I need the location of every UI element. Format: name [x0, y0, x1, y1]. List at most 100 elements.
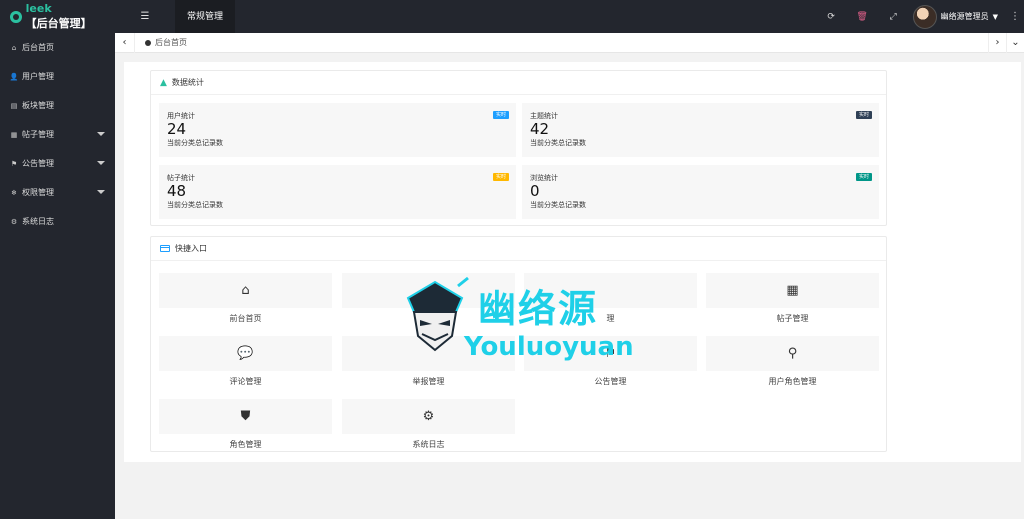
- refresh-button[interactable]: ⟳: [816, 0, 847, 33]
- clear-cache-button[interactable]: 🗑: [847, 0, 878, 33]
- stat-subtitle: 当前分类总记录数: [167, 139, 223, 147]
- tabs-scroll-right-button[interactable]: ›: [988, 32, 1006, 53]
- sidebar-item-permissions[interactable]: ❄ 权限管理: [0, 178, 115, 207]
- stat-subtitle: 当前分类总记录数: [530, 139, 586, 147]
- sidebar-item-home[interactable]: ⌂ 后台首页: [0, 33, 115, 62]
- sidebar-item-logs[interactable]: ⚙ 系统日志: [0, 207, 115, 236]
- stat-value: 0: [530, 182, 540, 200]
- quick-panel-header: 快捷入口: [151, 237, 886, 261]
- stat-card-topics: 主题统计 42 当前分类总记录数 实时: [522, 103, 879, 157]
- flag-icon: ⚑: [604, 346, 617, 361]
- quick-entry-roles[interactable]: ⛊: [159, 399, 332, 434]
- fullscreen-button[interactable]: ⤢: [878, 0, 909, 33]
- gears-icon: ⚙: [422, 409, 435, 424]
- stat-subtitle: 当前分类总记录数: [530, 201, 586, 209]
- sidebar-item-label: 权限管理: [22, 188, 54, 197]
- user-icon: 👤: [9, 72, 19, 81]
- list-icon: ☰: [140, 11, 150, 22]
- stat-card-views: 浏览统计 0 当前分类总记录数 实时: [522, 165, 879, 219]
- status-badge: 实时: [855, 111, 872, 119]
- trash-icon: 🗑: [856, 11, 868, 22]
- avatar: [912, 4, 937, 29]
- sidebar-item-boards[interactable]: ▤ 板块管理: [0, 91, 115, 120]
- quick-entry-logs[interactable]: ⚙: [342, 399, 515, 434]
- active-dot-icon: [145, 39, 151, 46]
- main-content: ▲ 数据统计 用户统计 24 当前分类总记录数 实时 主题统计 42 当前分类总…: [124, 62, 1021, 462]
- stat-card-users: 用户统计 24 当前分类总记录数 实时: [159, 103, 516, 157]
- caret-down-icon: ▼: [992, 12, 998, 21]
- quick-entry-panel: 快捷入口 ⌂ 前台首页 理 ▦ 帖子管理 💬 评论管理 举报管理 ⚑ 公告管理 …: [150, 236, 887, 452]
- sidebar-item-label: 后台首页: [22, 43, 54, 52]
- stat-card-posts: 帖子统计 48 当前分类总记录数 实时: [159, 165, 516, 219]
- gears-icon: ⚙: [10, 217, 18, 226]
- sidebar-item-label: 帖子管理: [22, 130, 54, 139]
- snowflake-icon: ❄: [11, 188, 17, 197]
- user-menu[interactable]: 幽络源管理员 ▼: [909, 0, 1006, 33]
- stat-subtitle: 当前分类总记录数: [167, 201, 223, 209]
- quick-entry-comments[interactable]: 💬: [159, 336, 332, 371]
- sidebar-item-label: 板块管理: [22, 101, 54, 110]
- expand-icon: ⤢: [889, 11, 897, 22]
- logo[interactable]: leek 【后台管理】: [0, 0, 115, 33]
- menu-toggle-button[interactable]: ☰: [115, 0, 175, 33]
- top-tab-general[interactable]: 常规管理: [175, 0, 236, 33]
- stat-value: 48: [167, 182, 187, 200]
- status-badge: 实时: [855, 173, 872, 181]
- quick-entry-label: 理: [606, 314, 615, 323]
- logo-sub: 【后台管理】: [25, 17, 92, 30]
- refresh-icon: ⟳: [827, 11, 835, 22]
- quick-entry-label: 帖子管理: [776, 314, 809, 323]
- credit-card-icon: [160, 245, 170, 252]
- quick-entry-user-roles[interactable]: ⚲: [706, 336, 879, 371]
- quick-entry-notices[interactable]: ⚑: [524, 336, 697, 371]
- page-tabs-bar: ‹ 后台首页 › ⌄: [115, 32, 1024, 53]
- stat-title: 帖子统计: [167, 174, 195, 182]
- sidebar-item-label: 公告管理: [22, 159, 54, 168]
- tab-home[interactable]: 后台首页: [135, 37, 187, 48]
- sidebar-item-label: 用户管理: [22, 72, 54, 81]
- stat-value: 42: [530, 120, 550, 138]
- quick-entry-posts[interactable]: ▦: [706, 273, 879, 308]
- chevron-left-icon: ‹: [122, 37, 127, 48]
- quick-entry-item-3[interactable]: [524, 273, 697, 308]
- top-header: leek 【后台管理】 ☰ 常规管理 ⟳ 🗑 ⤢ 幽络源管理员 ▼ ⋮: [0, 0, 1024, 33]
- quick-entry-label: 举报管理: [412, 377, 445, 386]
- status-badge: 实时: [492, 173, 509, 181]
- stats-panel-title: 数据统计: [171, 78, 204, 87]
- quick-panel-title: 快捷入口: [175, 244, 207, 253]
- sidebar-item-notices[interactable]: ⚑ 公告管理: [0, 149, 115, 178]
- home-icon: ⌂: [241, 283, 250, 298]
- tab-home-label: 后台首页: [155, 38, 187, 47]
- chevron-down-icon: [97, 132, 105, 136]
- warning-icon: ▲: [160, 77, 167, 88]
- calendar-icon: ▦: [10, 130, 18, 139]
- stats-panel: ▲ 数据统计 用户统计 24 当前分类总记录数 实时 主题统计 42 当前分类总…: [150, 70, 887, 226]
- quick-entry-reports[interactable]: [342, 336, 515, 371]
- tabs-scroll-left-button[interactable]: ‹: [115, 32, 135, 53]
- sidebar-item-users[interactable]: 👤 用户管理: [0, 62, 115, 91]
- quick-entry-frontend-home[interactable]: ⌂: [159, 273, 332, 308]
- leek-logo-icon: [10, 10, 22, 23]
- user-pin-icon: ⚲: [787, 346, 798, 361]
- tabs-menu-button[interactable]: ⌄: [1006, 32, 1024, 53]
- user-name: 幽络源管理员: [940, 12, 989, 21]
- quick-entry-item-2[interactable]: [342, 273, 515, 308]
- flag-icon: ⚑: [10, 159, 18, 168]
- sidebar-item-posts[interactable]: ▦ 帖子管理: [0, 120, 115, 149]
- stat-title: 主题统计: [530, 112, 558, 120]
- home-icon: ⌂: [11, 43, 17, 52]
- sidebar: ⌂ 后台首页 👤 用户管理 ▤ 板块管理 ▦ 帖子管理 ⚑ 公告管理 ❄ 权限管…: [0, 33, 115, 519]
- stats-panel-header: ▲ 数据统计: [151, 71, 886, 95]
- logo-text: leek: [25, 2, 52, 15]
- calendar-icon: ▦: [786, 283, 799, 298]
- chevron-down-icon: [97, 161, 105, 165]
- quick-entry-label: 用户角色管理: [768, 377, 817, 386]
- status-badge: 实时: [492, 111, 509, 119]
- quick-entry-label: 角色管理: [229, 440, 262, 449]
- kebab-icon: ⋮: [1010, 11, 1020, 22]
- more-button[interactable]: ⋮: [1006, 0, 1024, 33]
- quick-entry-label: 评论管理: [229, 377, 262, 386]
- quick-entry-label: 公告管理: [594, 377, 627, 386]
- stat-value: 24: [167, 120, 187, 138]
- chevron-down-icon: ⌄: [1011, 37, 1020, 48]
